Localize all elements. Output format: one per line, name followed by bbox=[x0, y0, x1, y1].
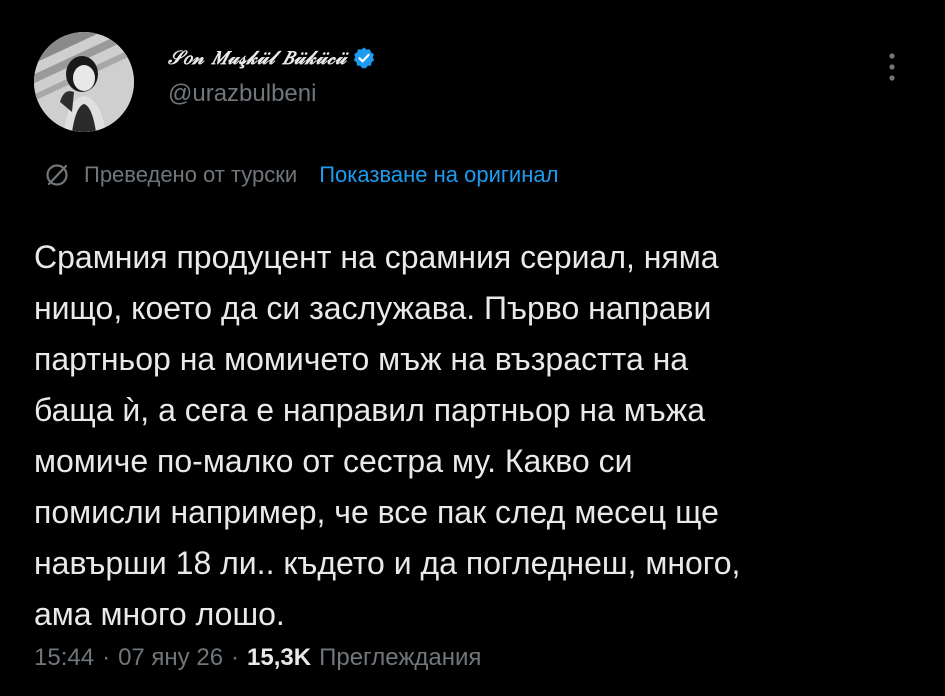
meta-separator: · bbox=[231, 644, 240, 671]
profile-photo-icon bbox=[34, 32, 134, 132]
tweet-date[interactable]: 07 яну 26 bbox=[118, 644, 223, 672]
views-label[interactable]: Преглеждания bbox=[319, 644, 481, 672]
tweet-text: Срамния продуцент на срамния сериал, ням… bbox=[34, 232, 914, 640]
tweet-time[interactable]: 15:44 bbox=[34, 644, 94, 672]
tweet-text-line: баща ѝ, а сега е направил партньор на мъ… bbox=[34, 392, 705, 428]
tweet-text-line: партньор на момичето мъж на възрастта на bbox=[34, 341, 689, 377]
meta-separator: · bbox=[102, 644, 111, 671]
more-vertical-icon bbox=[889, 53, 895, 81]
translated-from-label: Преведено от турски bbox=[84, 162, 298, 187]
tweet-text-line: навърши 18 ли.. където и да погледнеш, м… bbox=[34, 545, 741, 581]
author-handle[interactable]: @urazbulbeni bbox=[168, 80, 316, 108]
show-original-link[interactable]: Показване на оригинал bbox=[319, 162, 558, 188]
display-name[interactable]: 𝒮𝑜𝓃 𝑀𝓊𝓈̧𝓀𝓊̈𝓁 𝐵𝓊̈𝓀𝓊̈𝒸𝓊̈ bbox=[168, 47, 346, 69]
author-name-row: 𝒮𝑜𝓃 𝑀𝓊𝓈̧𝓀𝓊̈𝓁 𝐵𝓊̈𝓀𝓊̈𝒸𝓊̈ bbox=[168, 40, 376, 76]
tweet-text-line: нищо, което да си заслужава. Първо напра… bbox=[34, 290, 712, 326]
tweet-meta: 15:44 · 07 яну 26 · 15,3K Преглеждания bbox=[34, 640, 481, 676]
tweet-card: 𝒮𝑜𝓃 𝑀𝓊𝓈̧𝓀𝓊̈𝓁 𝐵𝓊̈𝓀𝓊̈𝒸𝓊̈ @urazbulbeni Прев… bbox=[0, 0, 945, 696]
tweet-text-line: Срамния продуцент на срамния сериал, ням… bbox=[34, 239, 719, 275]
views-count[interactable]: 15,3K bbox=[247, 644, 311, 672]
tweet-text-line: помисли например, че все пак след месец … bbox=[34, 494, 719, 530]
translation-bar: Преведено от турски Показване на оригина… bbox=[44, 158, 558, 192]
more-options-button[interactable] bbox=[872, 44, 912, 90]
tweet-text-line: момиче по-малко от сестра му. Какво си bbox=[34, 443, 633, 479]
translate-globe-icon bbox=[44, 162, 70, 188]
avatar[interactable] bbox=[34, 32, 134, 132]
tweet-text-line: ама много лошо. bbox=[34, 596, 285, 632]
verified-badge-icon bbox=[352, 46, 376, 70]
